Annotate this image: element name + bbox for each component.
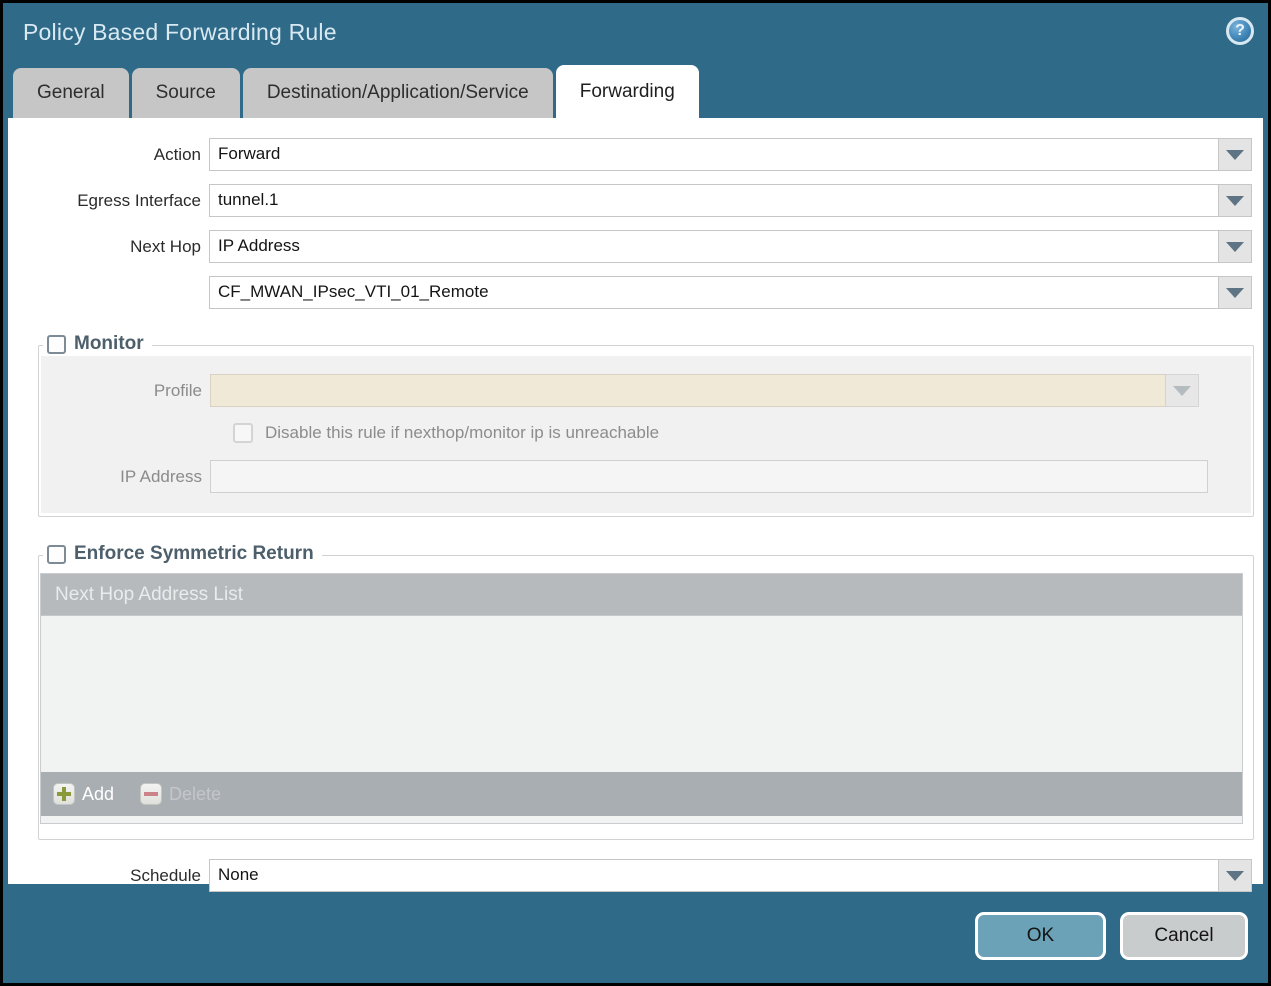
disable-rule-checkbox [233,423,253,443]
monitor-panel: Profile Disable this rule if nexthop/mon… [41,356,1251,513]
chevron-down-icon [1226,241,1244,252]
enforce-symmetric-return-checkbox[interactable] [47,544,66,564]
schedule-row: Schedule None [8,859,1263,892]
schedule-combobox: None [209,859,1252,892]
profile-value [210,374,1166,407]
action-value[interactable]: Forward [209,138,1219,171]
egress-interface-label: Egress Interface [77,190,201,210]
egress-interface-row: Egress Interface tunnel.1 [8,184,1263,217]
tab-bar: General Source Destination/Application/S… [3,62,1268,118]
egress-interface-value[interactable]: tunnel.1 [209,184,1219,217]
delete-button-label: Delete [169,783,222,804]
help-icon[interactable]: ? [1226,17,1254,45]
monitor-ip-address-label: IP Address [120,466,202,486]
monitor-legend: Monitor [43,333,152,355]
schedule-label: Schedule [130,865,201,885]
profile-combobox [210,374,1199,407]
next-hop-type-dropdown-button[interactable] [1219,230,1252,263]
add-button[interactable]: Add [53,783,114,805]
monitor-ip-address-input [210,460,1208,493]
next-hop-address-list-table: Next Hop Address List Add Delete [40,573,1243,824]
tab-source[interactable]: Source [131,68,240,118]
next-hop-type-combobox: IP Address [209,230,1252,263]
next-hop-address-value[interactable]: CF_MWAN_IPsec_VTI_01_Remote [209,276,1219,309]
next-hop-address-list-toolbar: Add Delete [41,772,1242,816]
schedule-dropdown-button[interactable] [1219,859,1252,892]
tab-general[interactable]: General [13,68,129,118]
action-row: Action Forward [8,138,1263,171]
next-hop-row: Next Hop IP Address [8,230,1263,263]
egress-interface-dropdown-button[interactable] [1219,184,1252,217]
next-hop-label: Next Hop [130,236,201,256]
disable-rule-row: Disable this rule if nexthop/monitor ip … [233,423,1251,443]
enforce-symmetric-return-legend-label: Enforce Symmetric Return [74,543,314,564]
schedule-value[interactable]: None [209,859,1219,892]
tab-destination-application-service[interactable]: Destination/Application/Service [242,68,553,118]
next-hop-address-row: CF_MWAN_IPsec_VTI_01_Remote [8,276,1263,309]
plus-icon [53,783,75,805]
dialog-title: Policy Based Forwarding Rule [23,19,337,45]
action-label: Action [153,144,201,164]
next-hop-address-combobox: CF_MWAN_IPsec_VTI_01_Remote [209,276,1252,309]
chevron-down-icon [1226,287,1244,298]
monitor-fieldset: Monitor Profile Disable this rule if nex… [38,333,1254,517]
next-hop-address-dropdown-button[interactable] [1219,276,1252,309]
next-hop-type-value[interactable]: IP Address [209,230,1219,263]
monitor-legend-label: Monitor [74,333,144,354]
chevron-down-icon [1226,195,1244,206]
monitor-ip-address-row: IP Address [41,460,1251,493]
profile-label: Profile [153,380,202,400]
action-combobox: Forward [209,138,1252,171]
table-bottom-strip [41,816,1242,823]
policy-based-forwarding-rule-dialog: Policy Based Forwarding Rule ? General S… [3,3,1268,983]
disable-rule-label: Disable this rule if nexthop/monitor ip … [265,423,660,442]
chevron-down-icon [1226,870,1244,881]
add-button-label: Add [82,783,115,804]
monitor-checkbox[interactable] [47,334,66,354]
action-dropdown-button[interactable] [1219,138,1252,171]
ok-button[interactable]: OK [975,912,1106,960]
cancel-button[interactable]: Cancel [1120,912,1248,960]
enforce-symmetric-return-legend: Enforce Symmetric Return [43,543,322,565]
enforce-symmetric-return-fieldset: Enforce Symmetric Return Next Hop Addres… [38,543,1254,840]
profile-dropdown-button [1166,374,1199,407]
egress-interface-combobox: tunnel.1 [209,184,1252,217]
chevron-down-icon [1173,385,1191,396]
next-hop-address-list-body[interactable] [41,616,1242,772]
dialog-footer: OK Cancel [3,884,1268,983]
chevron-down-icon [1226,149,1244,160]
profile-row: Profile [41,374,1251,407]
minus-icon [140,783,163,805]
tab-forwarding[interactable]: Forwarding [555,65,699,118]
titlebar: Policy Based Forwarding Rule ? [3,3,1268,62]
next-hop-address-list-header: Next Hop Address List [41,574,1242,616]
delete-button: Delete [140,783,221,805]
forwarding-tab-content: Action Forward Egress Interface tunnel.1… [8,118,1263,892]
